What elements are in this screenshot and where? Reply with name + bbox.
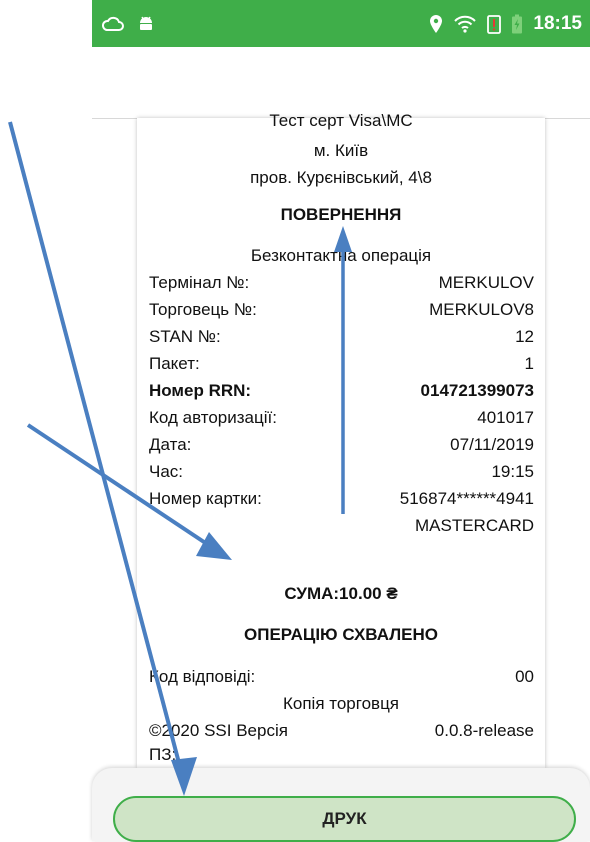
alert-battery-icon — [487, 14, 502, 34]
row-label: ©2020 SSI Версія — [149, 721, 288, 740]
merchant-address: пров. Курєнівський, 4\8 — [250, 168, 432, 187]
wifi-icon — [453, 14, 477, 34]
row-label: Пакет: — [149, 354, 200, 373]
receipt-card[interactable]: Тест серт Visa\MC м. Київ пров. Курєнівс… — [137, 111, 545, 768]
status-time: 18:15 — [533, 12, 582, 34]
row-value: 0.0.8-release — [434, 721, 534, 740]
row-value: 401017 — [477, 408, 534, 427]
receipt-row-card-scheme: MASTERCARD — [149, 516, 534, 536]
receipt-row-terminal: Термінал №: MERKULOV — [149, 273, 534, 293]
receipt-row-software: ПЗ: — [149, 745, 534, 765]
row-value: 516874******4941 — [399, 489, 534, 508]
status-bar: 18:15 — [92, 0, 590, 47]
receipt-row-version: ©2020 SSI Версія 0.0.8-release — [149, 721, 534, 741]
operation-type: Безконтактна операція — [250, 246, 432, 265]
cloud-icon — [102, 16, 124, 32]
row-value: MERKULOV8 — [429, 300, 534, 319]
receipt-row-merchant: Торговець №: MERKULOV8 — [149, 300, 534, 320]
merchant-name: Тест серт Visa\MC — [269, 111, 413, 130]
row-value: 1 — [524, 354, 534, 373]
operation-title: ПОВЕРНЕННЯ — [280, 205, 402, 224]
receipt-row-time: Час: 19:15 — [149, 462, 534, 482]
receipt-row-date: Дата: 07/11/2019 — [149, 435, 534, 455]
print-button[interactable]: ДРУК — [113, 796, 576, 842]
battery-charging-icon — [511, 14, 523, 34]
receipt-row-batch: Пакет: 1 — [149, 354, 534, 374]
location-icon — [429, 14, 443, 34]
row-label: ПЗ: — [149, 745, 177, 764]
row-label: Торговець №: — [149, 300, 257, 319]
row-value: 014721399073 — [420, 381, 534, 400]
copy-label: Копія торговця — [282, 694, 400, 713]
row-label: STAN №: — [149, 327, 221, 346]
android-icon — [138, 15, 154, 33]
row-label: Термінал №: — [149, 273, 250, 292]
row-value: 19:15 — [491, 462, 534, 481]
approval-status: ОПЕРАЦІЮ СХВАЛЕНО — [244, 625, 438, 644]
amount: СУМА:10.00 ₴ — [284, 584, 398, 603]
row-value: 00 — [515, 667, 534, 686]
row-label: Номер картки: — [149, 489, 262, 508]
row-label: Дата: — [149, 435, 192, 454]
row-value: MERKULOV — [438, 273, 534, 292]
row-label: Номер RRN: — [149, 381, 252, 400]
receipt-row-stan: STAN №: 12 — [149, 327, 534, 347]
row-label: Код авторизації: — [149, 408, 277, 427]
receipt-row-rrn: Номер RRN: 014721399073 — [149, 381, 534, 401]
receipt-row-response-code: Код відповіді: 00 — [149, 667, 534, 687]
card-scheme: MASTERCARD — [414, 516, 534, 535]
receipt-row-card-number: Номер картки: 516874******4941 — [149, 489, 534, 509]
row-value: 07/11/2019 — [450, 435, 534, 454]
receipt-row-auth-code: Код авторизації: 401017 — [149, 408, 534, 428]
row-label: Час: — [149, 462, 184, 481]
merchant-city: м. Київ — [313, 141, 369, 160]
row-label: Код відповіді: — [149, 667, 256, 686]
row-value: 12 — [515, 327, 534, 346]
